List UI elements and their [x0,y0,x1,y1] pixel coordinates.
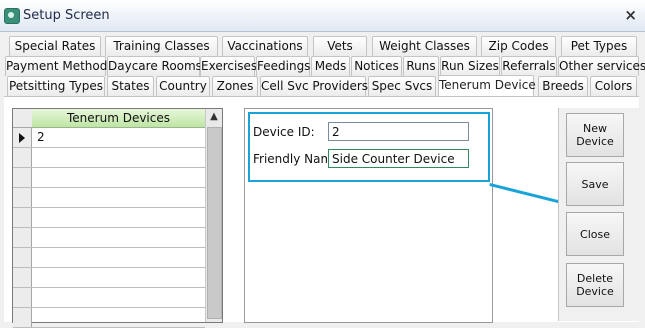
table-row[interactable] [13,168,205,188]
tab-petsitting-types[interactable]: Petsitting Types [7,76,105,96]
tab-pet-types[interactable]: Pet Types [561,36,637,56]
row-selector[interactable] [13,268,32,287]
close-button[interactable]: Close [566,212,624,256]
delete-device-button[interactable]: Delete Device [566,263,624,307]
table-row[interactable] [13,228,205,248]
friendly-name-field[interactable] [328,149,469,168]
tab-payment-methods[interactable]: Payment Methods [5,56,114,76]
tab-zones[interactable]: Zones [212,76,258,96]
tab-referrals[interactable]: Referrals [501,56,557,76]
tab-other-services[interactable]: Other services [558,56,645,76]
grid-corner [13,109,33,128]
tab-spec-svcs[interactable]: Spec Svcs [368,76,436,96]
tab-runs[interactable]: Runs [403,56,439,76]
tab-daycare-rooms[interactable]: Daycare Rooms [107,56,202,76]
table-row[interactable] [13,268,205,288]
table-row[interactable] [13,248,205,268]
table-row[interactable] [13,208,205,228]
tab-weight-classes[interactable]: Weight Classes [372,36,477,56]
table-row[interactable] [13,148,205,168]
device-id-label: Device ID: [253,125,315,139]
table-row[interactable]: 2 [13,128,205,148]
tab-tenerum-device[interactable]: Tenerum Device [438,75,536,96]
row-selector[interactable] [13,148,32,167]
close-icon[interactable]: × [624,6,637,24]
row-selector[interactable] [13,128,32,147]
device-id-field[interactable] [328,122,469,141]
tab-notices[interactable]: Notices [351,56,402,76]
tab-breeds[interactable]: Breeds [538,76,588,96]
grid-column-header[interactable]: Tenerum Devices [32,109,206,128]
grid-scrollbar[interactable]: ▲ [205,109,222,322]
table-row[interactable] [13,188,205,208]
tab-zip-codes[interactable]: Zip Codes [481,36,556,56]
tab-colors[interactable]: Colors [590,76,637,96]
table-row[interactable] [13,308,205,328]
row-selector[interactable] [13,168,32,187]
table-cell[interactable]: 2 [37,130,45,144]
row-selector[interactable] [13,248,32,267]
new-device-button[interactable]: New Device [566,113,624,157]
tab-vaccinations[interactable]: Vaccinations [222,36,308,56]
tab-exercises[interactable]: Exercises [200,56,257,76]
row-selector[interactable] [13,288,32,307]
tab-training-classes[interactable]: Training Classes [105,36,218,56]
current-row-icon [19,133,25,143]
tab-meds[interactable]: Meds [311,56,350,76]
tab-special-rates[interactable]: Special Rates [9,36,101,56]
devices-grid[interactable]: Tenerum Devices 2 ▲ [12,108,223,328]
scroll-up-icon[interactable]: ▲ [206,109,222,125]
scrollbar-thumb[interactable] [207,127,222,319]
table-row[interactable] [13,288,205,308]
tab-run-sizes[interactable]: Run Sizes [440,56,500,76]
row-selector[interactable] [13,188,32,207]
window-title: Setup Screen [23,8,110,23]
tab-cell-svc-providers[interactable]: Cell Svc Providers [260,76,368,96]
friendly-name-label: Friendly Name [253,152,327,166]
row-selector[interactable] [13,208,32,227]
tab-vets[interactable]: Vets [313,36,367,56]
tab-states[interactable]: States [107,76,154,96]
tab-country[interactable]: Country [156,76,210,96]
row-selector[interactable] [13,308,32,327]
tab-feedings[interactable]: Feedings [256,56,310,76]
app-icon [4,8,20,24]
save-button[interactable]: Save [566,162,624,206]
row-selector[interactable] [13,228,32,247]
title-bar: Setup Screen × [0,0,645,32]
